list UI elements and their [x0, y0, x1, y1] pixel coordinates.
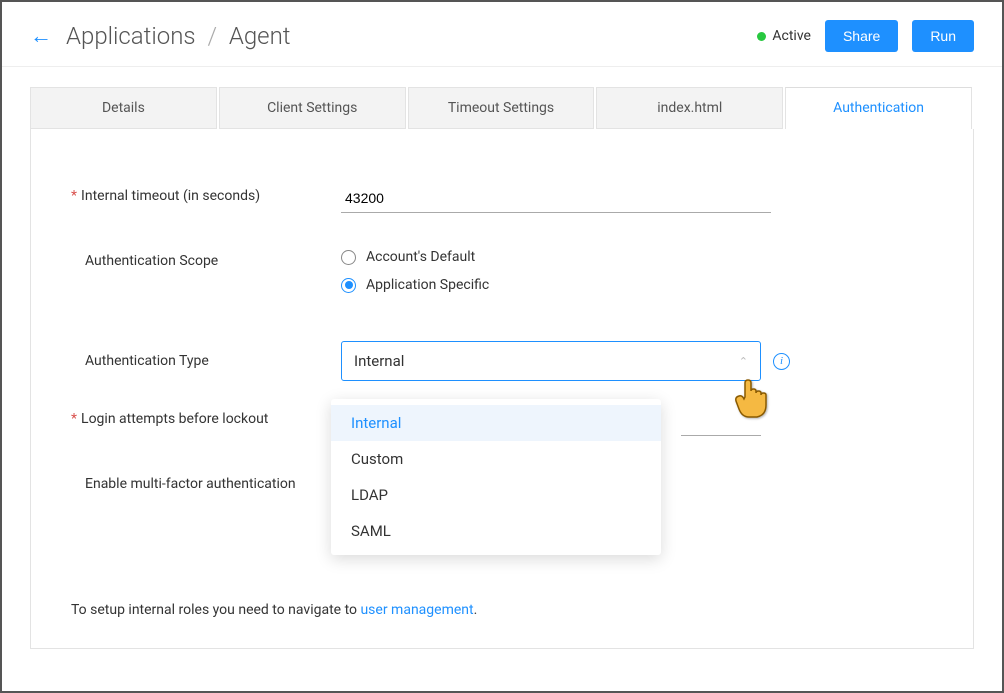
auth-type-value: Internal [354, 352, 404, 370]
auth-panel: *Internal timeout (in seconds) Authentic… [30, 129, 974, 649]
page-header: ← Applications / Agent Active Share Run [2, 2, 1002, 67]
radio-icon [341, 278, 356, 293]
breadcrumb-separator: / [207, 22, 217, 50]
share-button[interactable]: Share [825, 20, 898, 52]
info-icon[interactable]: i [773, 353, 790, 370]
auth-type-dropdown: Internal Custom LDAP SAML [331, 399, 661, 555]
breadcrumb-root[interactable]: Applications [66, 22, 196, 50]
dropdown-option-internal[interactable]: Internal [331, 405, 661, 441]
radio-label: Application Specific [366, 277, 489, 293]
required-asterisk: * [71, 188, 77, 204]
status-label: Active [772, 28, 811, 44]
run-button[interactable]: Run [912, 20, 974, 52]
tab-index-html[interactable]: index.html [596, 87, 783, 129]
internal-timeout-input[interactable] [341, 184, 771, 213]
radio-application-specific[interactable]: Application Specific [341, 277, 933, 293]
tab-authentication[interactable]: Authentication [785, 87, 972, 129]
breadcrumb-page: Agent [229, 22, 291, 50]
auth-type-select[interactable]: Internal ⌃ [341, 341, 761, 381]
footer-note: To setup internal roles you need to navi… [71, 602, 477, 618]
status-badge: Active [757, 28, 811, 44]
required-asterisk: * [71, 411, 77, 427]
login-attempts-label: *Login attempts before lockout [71, 407, 341, 427]
auth-scope-label: Authentication Scope [71, 249, 341, 269]
chevron-up-icon: ⌃ [739, 355, 748, 368]
auth-type-label: Authentication Type [71, 341, 341, 369]
dropdown-option-custom[interactable]: Custom [331, 441, 661, 477]
radio-icon [341, 250, 356, 265]
breadcrumb: Applications / Agent [66, 22, 291, 50]
status-dot-icon [757, 32, 766, 41]
back-arrow-icon[interactable]: ← [30, 23, 52, 49]
tab-details[interactable]: Details [30, 87, 217, 129]
tab-client-settings[interactable]: Client Settings [219, 87, 406, 129]
tab-bar: Details Client Settings Timeout Settings… [30, 87, 974, 129]
user-management-link[interactable]: user management [360, 602, 473, 618]
radio-label: Account's Default [366, 249, 475, 265]
radio-accounts-default[interactable]: Account's Default [341, 249, 933, 265]
dropdown-option-saml[interactable]: SAML [331, 513, 661, 549]
login-attempts-input[interactable] [681, 407, 761, 436]
dropdown-option-ldap[interactable]: LDAP [331, 477, 661, 513]
tab-timeout-settings[interactable]: Timeout Settings [408, 87, 595, 129]
internal-timeout-label: *Internal timeout (in seconds) [71, 184, 341, 204]
